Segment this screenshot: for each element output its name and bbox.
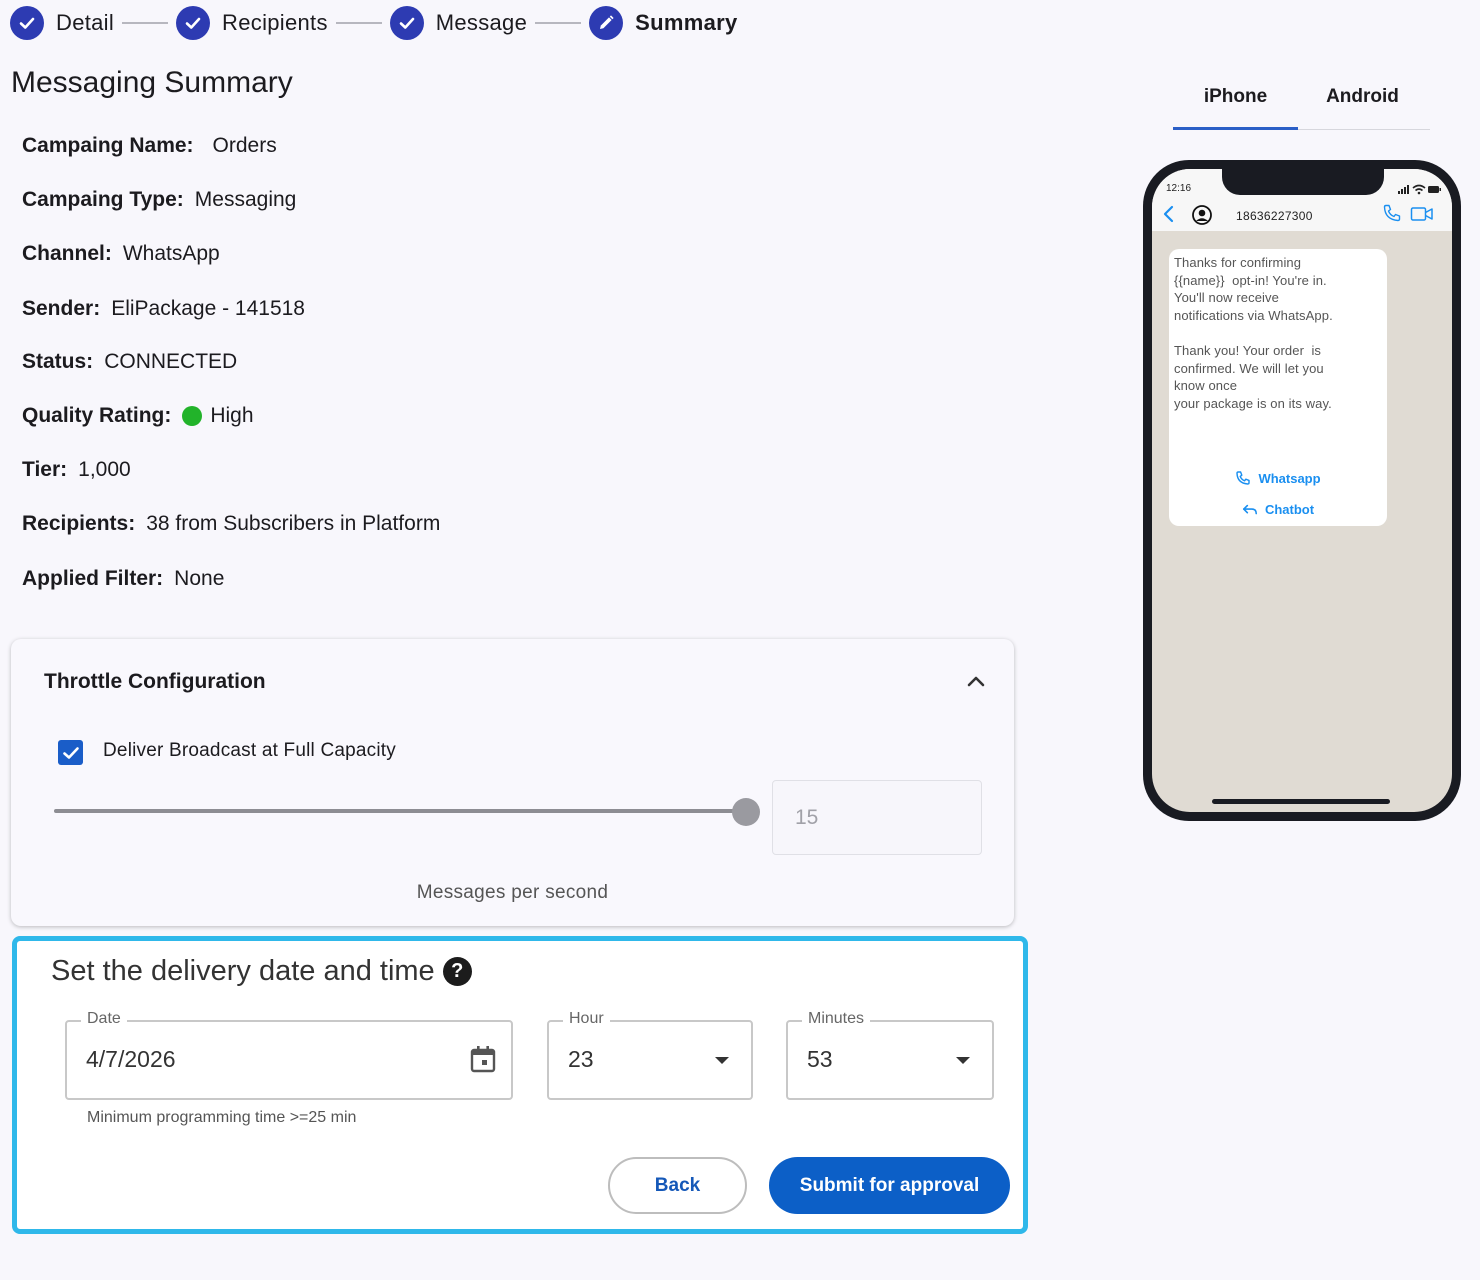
full-capacity-checkbox[interactable] bbox=[58, 740, 83, 765]
summary-key: Quality Rating: bbox=[22, 404, 172, 427]
step-label: Summary bbox=[635, 10, 738, 35]
chevron-left-icon[interactable] bbox=[1162, 205, 1176, 223]
summary-tier: Tier: 1,000 bbox=[22, 458, 131, 482]
step-connector bbox=[335, 22, 382, 24]
avatar-icon bbox=[1192, 205, 1212, 225]
rate-input[interactable]: 15 bbox=[772, 780, 982, 855]
pencil-icon bbox=[589, 6, 624, 40]
whatsapp-action-label: Whatsapp bbox=[1258, 470, 1321, 486]
step-recipients[interactable]: Recipients bbox=[176, 6, 328, 40]
active-tab-indicator bbox=[1173, 127, 1298, 130]
phone-preview: 12:16 18636227300 Thanks for confirming … bbox=[1143, 160, 1461, 821]
summary-value: 38 from Subscribers in Platform bbox=[146, 512, 441, 535]
step-label: Recipients bbox=[222, 10, 328, 35]
step-label: Message bbox=[435, 10, 528, 35]
message-text: Thanks for confirming {{name}} opt-in! Y… bbox=[1174, 255, 1333, 411]
stepper: Detail Recipients Message Summary bbox=[10, 5, 738, 41]
video-call-icon[interactable] bbox=[1410, 205, 1434, 223]
summary-key: Campaing Name: bbox=[22, 134, 194, 157]
summary-key: Channel: bbox=[22, 242, 112, 265]
hour-select-label: Hour bbox=[563, 1010, 610, 1028]
submit-for-approval-button[interactable]: Submit for approval bbox=[769, 1157, 1010, 1214]
summary-value: None bbox=[174, 567, 225, 590]
rate-caption: Messages per second bbox=[416, 882, 609, 903]
minutes-select-value: 53 bbox=[807, 1046, 833, 1072]
status-indicators-icon bbox=[1398, 184, 1441, 195]
minimum-time-helper: Minimum programming time >=25 min bbox=[87, 1109, 357, 1126]
phone-call-icon[interactable] bbox=[1382, 203, 1402, 223]
check-icon bbox=[176, 6, 211, 40]
summary-quality-rating: Quality Rating: High bbox=[22, 404, 254, 428]
phone-icon bbox=[1236, 471, 1251, 485]
summary-value: 1,000 bbox=[78, 458, 131, 481]
page-title: Messaging Summary bbox=[11, 66, 293, 99]
reply-icon bbox=[1242, 504, 1257, 514]
dropdown-arrow-icon bbox=[956, 1057, 970, 1064]
delivery-schedule-section: Set the delivery date and time ? Date 4/… bbox=[12, 936, 1028, 1234]
summary-applied-filter: Applied Filter: None bbox=[22, 567, 224, 591]
phone-notch bbox=[1222, 169, 1384, 195]
hour-select-value: 23 bbox=[568, 1046, 594, 1072]
hour-select[interactable]: Hour 23 bbox=[547, 1010, 753, 1100]
rate-slider-track[interactable] bbox=[54, 809, 746, 813]
summary-key: Tier: bbox=[22, 458, 68, 481]
summary-key: Sender: bbox=[22, 297, 101, 320]
summary-value: Messaging bbox=[194, 188, 297, 211]
dropdown-arrow-icon bbox=[715, 1057, 729, 1064]
throttle-configuration-card: Throttle Configuration Deliver Broadcast… bbox=[11, 639, 1014, 926]
rate-slider-thumb[interactable] bbox=[732, 798, 760, 826]
minutes-select[interactable]: Minutes 53 bbox=[786, 1010, 994, 1100]
date-field[interactable]: Date 4/7/2026 bbox=[65, 1010, 513, 1100]
delivery-title-text: Set the delivery date and time bbox=[51, 955, 435, 987]
chatbot-action-label: Chatbot bbox=[1264, 502, 1315, 517]
message-bubble: Thanks for confirming {{name}} opt-in! Y… bbox=[1169, 249, 1387, 526]
summary-campaign-name: Campaing Name: Orders bbox=[22, 134, 277, 158]
summary-status: Status: CONNECTED bbox=[22, 350, 237, 374]
summary-key: Applied Filter: bbox=[22, 567, 164, 590]
summary-key: Recipients: bbox=[22, 512, 136, 535]
step-label: Detail bbox=[56, 10, 115, 35]
contact-number: 18636227300 bbox=[1236, 209, 1313, 223]
summary-campaign-type: Campaing Type: Messaging bbox=[22, 188, 296, 212]
full-capacity-label: Deliver Broadcast at Full Capacity bbox=[103, 740, 396, 761]
summary-channel: Channel: WhatsApp bbox=[22, 242, 220, 266]
step-message[interactable]: Message bbox=[389, 6, 528, 40]
help-icon[interactable]: ? bbox=[442, 957, 472, 986]
tab-iphone[interactable]: iPhone bbox=[1173, 86, 1298, 108]
chevron-up-icon[interactable] bbox=[963, 669, 989, 695]
throttle-title: Throttle Configuration bbox=[44, 670, 266, 693]
summary-value: CONNECTED bbox=[104, 350, 238, 373]
summary-recipients: Recipients: 38 from Subscribers in Platf… bbox=[22, 512, 440, 536]
step-connector bbox=[122, 22, 169, 24]
home-indicator bbox=[1212, 799, 1390, 804]
delivery-title: Set the delivery date and time ? bbox=[51, 955, 472, 988]
summary-key: Status: bbox=[22, 350, 94, 373]
check-icon bbox=[389, 6, 424, 40]
summary-value: High bbox=[210, 404, 254, 427]
whatsapp-action-button[interactable]: Whatsapp bbox=[1169, 470, 1387, 486]
summary-sender: Sender: EliPackage - 141518 bbox=[22, 297, 305, 321]
status-time: 12:16 bbox=[1166, 183, 1192, 194]
tab-android[interactable]: Android bbox=[1300, 86, 1425, 108]
summary-value: Orders bbox=[212, 134, 277, 157]
step-connector bbox=[535, 22, 582, 24]
chat-header: 12:16 18636227300 bbox=[1152, 169, 1452, 231]
quality-status-dot bbox=[182, 406, 203, 426]
summary-value: EliPackage - 141518 bbox=[111, 297, 305, 320]
summary-value: WhatsApp bbox=[122, 242, 220, 265]
step-detail[interactable]: Detail bbox=[10, 6, 114, 40]
check-icon bbox=[62, 746, 79, 759]
date-field-value: 4/7/2026 bbox=[86, 1046, 176, 1072]
back-button[interactable]: Back bbox=[608, 1157, 747, 1214]
calendar-icon[interactable] bbox=[469, 1044, 497, 1074]
minutes-select-label: Minutes bbox=[802, 1010, 871, 1028]
date-field-label: Date bbox=[81, 1010, 127, 1028]
summary-key: Campaing Type: bbox=[22, 188, 184, 211]
step-summary[interactable]: Summary bbox=[589, 6, 737, 40]
check-icon bbox=[10, 6, 44, 40]
phone-screen: 12:16 18636227300 Thanks for confirming … bbox=[1152, 169, 1452, 812]
chatbot-action-button[interactable]: Chatbot bbox=[1169, 502, 1387, 517]
